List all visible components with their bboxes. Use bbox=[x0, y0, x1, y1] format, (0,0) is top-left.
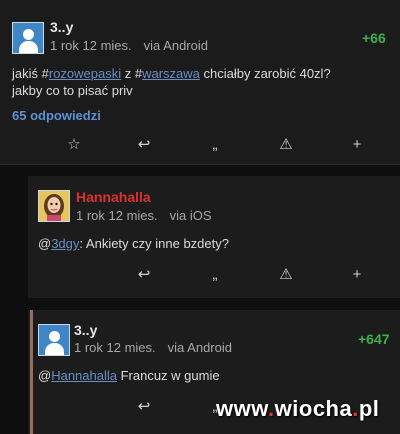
action-bar: ↩ „ ⚠ + bbox=[28, 265, 400, 285]
avatar[interactable] bbox=[38, 324, 70, 356]
post-text: @3dgy: Ankiety czy inne bzdety? bbox=[38, 236, 229, 251]
post-text-line2: jakby co to pisać priv bbox=[12, 83, 133, 98]
avatar[interactable] bbox=[12, 22, 44, 54]
timestamp: 1 rok 12 mies. bbox=[74, 340, 156, 355]
tag-link[interactable]: rozowepaski bbox=[49, 66, 121, 81]
vote-score[interactable]: +66 bbox=[362, 30, 386, 46]
via-client: via Android bbox=[167, 340, 232, 355]
action-bar: ☆ ↩ „ ⚠ + bbox=[0, 135, 400, 155]
quote-icon[interactable]: „ bbox=[205, 265, 225, 285]
watermark-logo: www.wiocha.pl bbox=[216, 396, 380, 421]
reply-icon[interactable]: ↩ bbox=[134, 265, 154, 285]
post-meta: 1 rok 12 mies. via Android bbox=[50, 38, 208, 53]
report-icon[interactable]: ⚠ bbox=[276, 265, 296, 285]
reply-icon[interactable]: ↩ bbox=[134, 135, 154, 155]
tag-link[interactable]: warszawa bbox=[142, 66, 200, 81]
username[interactable]: 3..y bbox=[50, 19, 73, 35]
avatar[interactable] bbox=[38, 190, 70, 222]
plus-icon[interactable]: + bbox=[347, 265, 367, 285]
plus-icon[interactable]: + bbox=[347, 135, 367, 155]
reply-icon[interactable]: ↩ bbox=[134, 397, 154, 417]
post-1: 3..y 1 rok 12 mies. via Android +66 jakiś… bbox=[0, 0, 400, 165]
post-meta: 1 rok 12 mies. via Android bbox=[74, 340, 232, 355]
vote-score[interactable]: +647 bbox=[358, 331, 390, 347]
via-client: via Android bbox=[143, 38, 208, 53]
favorite-icon[interactable]: ☆ bbox=[64, 135, 84, 155]
mention-link[interactable]: 3dgy bbox=[51, 236, 79, 251]
mention-link[interactable]: Hannahalla bbox=[51, 368, 117, 383]
via-client: via iOS bbox=[169, 208, 212, 223]
reply-1: Hannahalla 1 rok 12 mies. via iOS @3dgy: … bbox=[28, 176, 400, 298]
report-icon[interactable]: ⚠ bbox=[276, 135, 296, 155]
post-text: jakiś #rozowepaski z #warszawa chciałby … bbox=[12, 66, 331, 81]
quote-icon[interactable]: „ bbox=[205, 135, 225, 155]
timestamp: 1 rok 12 mies. bbox=[50, 38, 132, 53]
username[interactable]: Hannahalla bbox=[76, 189, 151, 205]
post-text: @Hannahalla Francuz w gumie bbox=[38, 368, 220, 383]
post-meta: 1 rok 12 mies. via iOS bbox=[76, 208, 212, 223]
replies-link[interactable]: 65 odpowiedzi bbox=[12, 108, 101, 123]
timestamp: 1 rok 12 mies. bbox=[76, 208, 158, 223]
username[interactable]: 3..y bbox=[74, 322, 97, 338]
